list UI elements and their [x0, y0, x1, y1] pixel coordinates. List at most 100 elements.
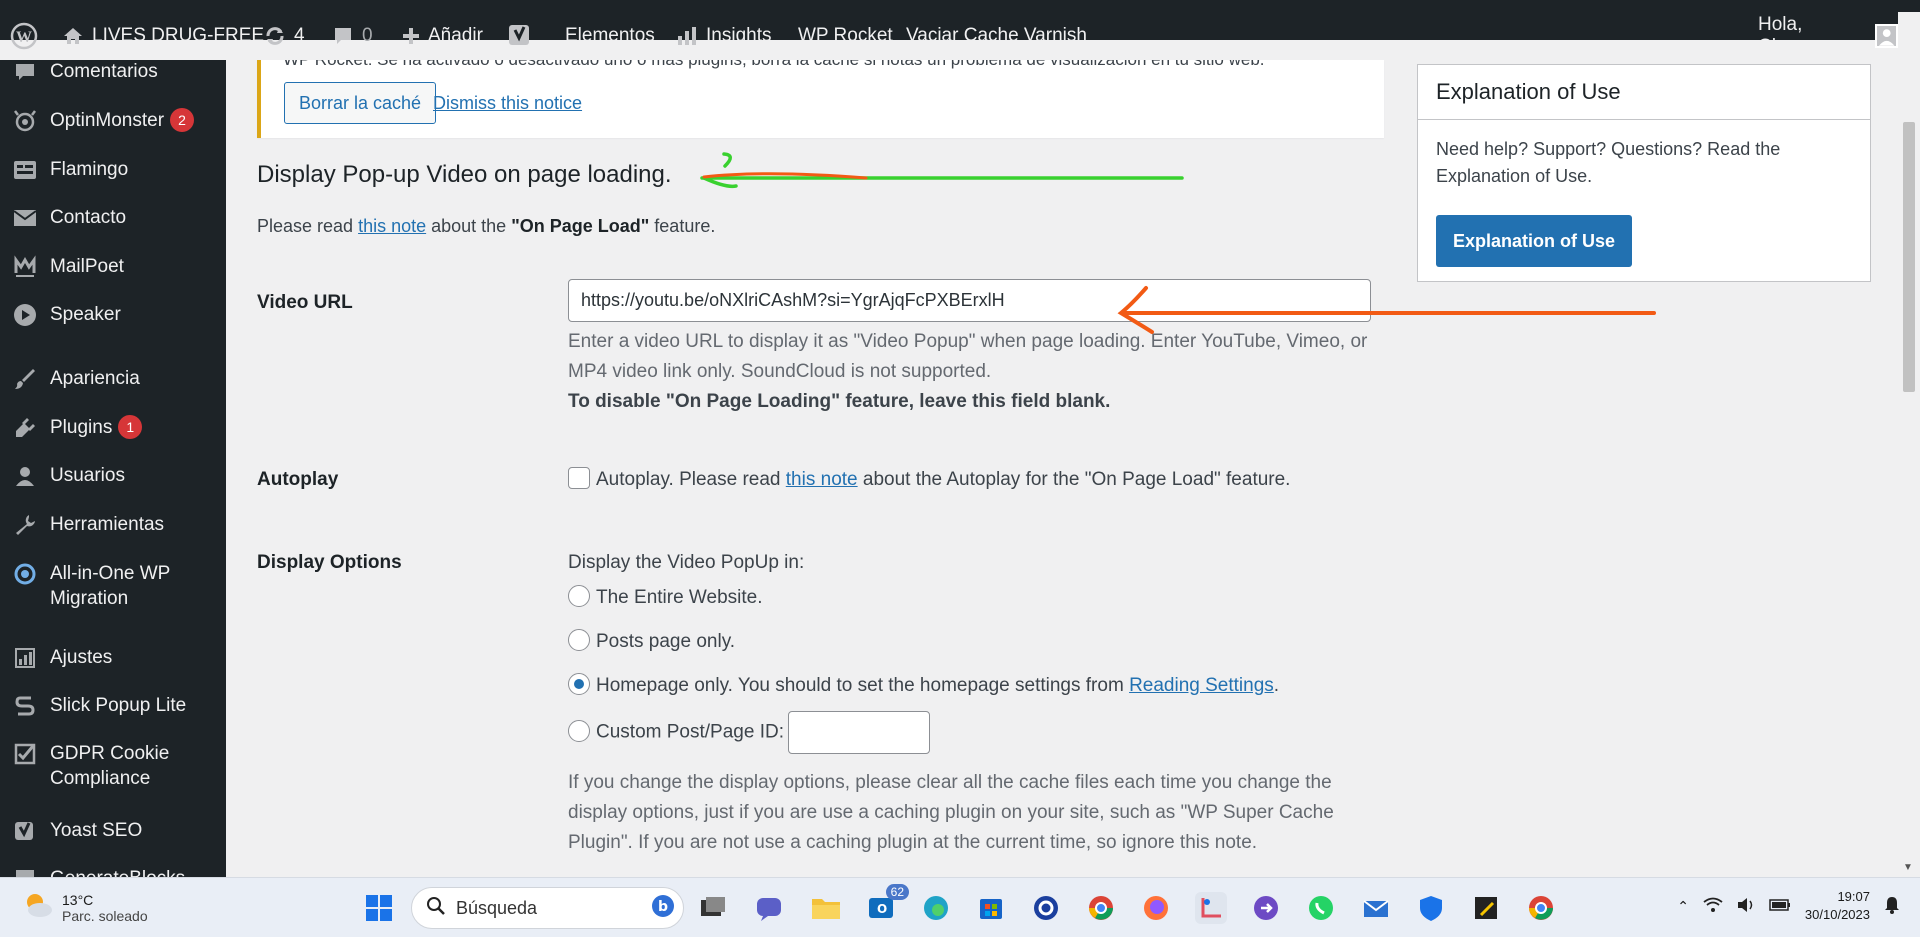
task-view-icon[interactable]: [697, 892, 729, 924]
varnish-link[interactable]: Vaciar Cache Varnish: [906, 12, 1087, 60]
updates-link[interactable]: 4: [264, 12, 305, 60]
file-explorer-icon[interactable]: [810, 892, 842, 924]
popup-icon: [12, 693, 38, 719]
settings-icon: [12, 645, 38, 671]
mail-count-badge: 62: [885, 884, 909, 900]
taskbar-search[interactable]: Búsqueda b: [411, 887, 684, 929]
admin-bar: W LIVES DRUG-FREE 4 0 Añadir Elementos I…: [0, 0, 1920, 57]
wifi-icon[interactable]: [1703, 897, 1723, 916]
notification-badge: 2: [170, 108, 195, 132]
sun-cloud-icon: [22, 890, 54, 925]
wp-rocket-link[interactable]: WP Rocket: [798, 12, 893, 60]
new-content-link[interactable]: Añadir: [402, 12, 483, 60]
sidebar-item-label: Plugins: [50, 417, 113, 438]
sidebar-item-plugins[interactable]: Plugins 1: [0, 415, 226, 441]
home-icon: [62, 25, 84, 47]
speaker-icon[interactable]: [1737, 897, 1755, 916]
notification-bell-icon[interactable]: [1884, 896, 1900, 917]
app-c-icon[interactable]: [1030, 892, 1062, 924]
sidebar-item-label: Herramientas: [50, 514, 165, 535]
insights-link[interactable]: Insights: [676, 12, 771, 60]
comments-link[interactable]: 0: [332, 12, 373, 60]
snipping-tool-icon[interactable]: [1195, 892, 1227, 924]
edge-icon[interactable]: [920, 892, 952, 924]
sidebar-item-flamingo[interactable]: Flamingo: [0, 157, 226, 183]
green-arrow-annotation: [700, 152, 1184, 189]
sidebar-item-label: All-in-One WP Migration: [50, 563, 171, 609]
sidebar-item-apariencia[interactable]: Apariencia: [0, 366, 226, 392]
new-label: Añadir: [428, 25, 483, 46]
notification-badge: 1: [118, 415, 143, 439]
sidebar-item-slick-popup[interactable]: Slick Popup Lite: [0, 693, 226, 719]
postbox-title: Explanation of Use: [1418, 65, 1870, 120]
orange-arrow-annotation: [1117, 286, 1656, 334]
sidebar-item-mailpoet[interactable]: MailPoet: [0, 254, 226, 280]
store-icon[interactable]: [975, 892, 1007, 924]
sidebar-item-label: OptinMonster: [50, 110, 165, 131]
insights-label: Insights: [706, 25, 772, 46]
sidebar-item-ajustes[interactable]: Ajustes: [0, 645, 226, 671]
site-name-link[interactable]: LIVES DRUG-FREE: [62, 12, 264, 60]
search-placeholder: Búsqueda: [456, 897, 538, 918]
wrench-icon: [12, 512, 38, 538]
whatsapp-icon[interactable]: [1305, 892, 1337, 924]
account-menu[interactable]: Hola, Chuss: [1758, 12, 1898, 60]
weather-widget[interactable]: 13°C Parc. soleado: [22, 890, 148, 925]
sidebar-item-speaker[interactable]: Speaker: [0, 302, 226, 328]
notes-icon[interactable]: [1470, 892, 1502, 924]
brush-icon: [12, 366, 38, 392]
varnish-label: Vaciar Cache Varnish: [906, 25, 1087, 46]
search-icon: [426, 896, 446, 921]
sidebar-item-label: GDPR Cookie Compliance: [50, 743, 170, 789]
explanation-button[interactable]: Explanation of Use: [1436, 215, 1633, 267]
scrollbar-thumb[interactable]: [1903, 122, 1915, 392]
yoast-menu[interactable]: [508, 12, 532, 60]
firefox-icon[interactable]: [1140, 892, 1172, 924]
sidebar-item-contacto[interactable]: Contacto: [0, 205, 226, 231]
wp-rocket-label: WP Rocket: [798, 25, 893, 46]
chrome-profile-icon[interactable]: [1085, 892, 1117, 924]
clock-time: 19:07: [1837, 889, 1870, 904]
comment-icon: [12, 60, 38, 85]
yoast-icon: [508, 23, 532, 49]
elementos-link[interactable]: Elementos: [565, 12, 655, 60]
sidebar-item-herramientas[interactable]: Herramientas: [0, 512, 226, 538]
mail-app-icon[interactable]: [1360, 892, 1392, 924]
chevron-up-icon[interactable]: ⌃: [1677, 898, 1689, 915]
sidebar-item-yoast[interactable]: Yoast SEO: [0, 818, 226, 844]
battery-icon[interactable]: [1769, 898, 1791, 915]
weather-desc: Parc. soleado: [62, 907, 148, 924]
sidebar-item-gdpr[interactable]: GDPR Cookie Compliance: [0, 741, 226, 791]
sidebar-item-comentarios[interactable]: Comentarios: [0, 60, 226, 85]
avatar: [1874, 24, 1898, 48]
sidebar-item-optinmonster[interactable]: OptinMonster 2: [0, 108, 226, 134]
windows-start-icon[interactable]: [363, 892, 395, 924]
checkbox-icon: [12, 741, 38, 767]
sidebar-item-usuarios[interactable]: Usuarios: [0, 463, 226, 489]
page-scrollbar[interactable]: ▼: [1898, 12, 1920, 877]
security-shield-icon[interactable]: [1415, 892, 1447, 924]
chrome-icon[interactable]: [1525, 892, 1557, 924]
wordpress-logo-icon[interactable]: W: [10, 12, 38, 60]
sidebar-item-label: MailPoet: [50, 256, 124, 277]
postbox-text: Need help? Support? Questions? Read the …: [1436, 139, 1781, 186]
clock[interactable]: 19:07 30/10/2023: [1805, 888, 1870, 924]
sidebar-item-generateblocks[interactable]: GenerateBlocks: [0, 866, 226, 877]
sidebar-item-all-in-one-migration[interactable]: All-in-One WP Migration: [0, 561, 226, 611]
app-arrow-icon[interactable]: [1250, 892, 1282, 924]
bing-icon: b: [651, 894, 675, 923]
window-top-strip: [0, 0, 1920, 12]
user-icon: [12, 463, 38, 489]
comment-bubble-icon: [332, 25, 354, 47]
sidebar-item-label: Apariencia: [50, 368, 140, 389]
sidebar-item-label: Flamingo: [50, 159, 129, 180]
mailpoet-icon: [12, 254, 38, 280]
migration-icon: [12, 561, 38, 587]
chat-icon[interactable]: [753, 892, 785, 924]
scroll-down-icon[interactable]: ▼: [1903, 862, 1913, 873]
sidebar-item-label: Speaker: [50, 304, 121, 325]
outlook-icon[interactable]: O 62: [865, 884, 909, 924]
svg-text:O: O: [877, 902, 887, 916]
yoast-icon: [12, 818, 38, 844]
sidebar-item-label: Slick Popup Lite: [50, 695, 187, 716]
